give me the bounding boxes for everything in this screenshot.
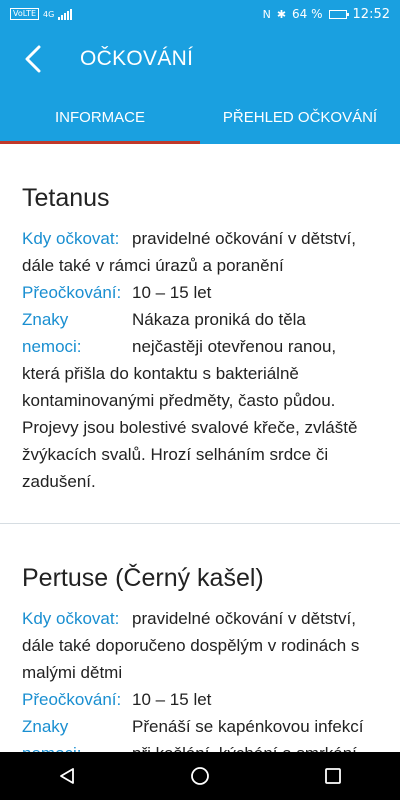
volte-badge: VoLTE xyxy=(10,8,40,20)
triangle-back-icon xyxy=(59,768,74,784)
when-label: Kdy očkovat: xyxy=(22,229,120,248)
circle-home-icon xyxy=(191,767,209,785)
disease-title: Pertuse (Černý kašel) xyxy=(22,564,264,592)
content-scroll[interactable]: Tetanus Kdy očkovat: pravidelné očkování… xyxy=(0,144,400,752)
clock: 12:52 xyxy=(352,6,390,22)
status-right: N ✱ 64 % 12:52 xyxy=(263,7,390,22)
screen: VoLTE 4G N ✱ 64 % 12:52 OČKOVÁNÍ INFORMA… xyxy=(0,0,400,800)
when-row: Kdy očkovat: pravidelné očkování v dětst… xyxy=(22,225,378,279)
revacc-row: Přeočkování: 10 – 15 let xyxy=(22,279,378,306)
system-nav-bar xyxy=(0,752,400,800)
status-left: VoLTE 4G xyxy=(10,8,73,20)
signs-row: Znaky nemoci: Nákaza proniká do těla nej… xyxy=(22,306,378,495)
tab-bar: INFORMACE PŘEHLED OČKOVÁNÍ xyxy=(0,90,400,144)
nav-recents-button[interactable] xyxy=(303,756,363,796)
signs-row: Znaky nemoci: Přenáší se kapénkovou infe… xyxy=(22,713,378,752)
when-row: Kdy očkovat: pravidelné očkování v dětst… xyxy=(22,605,378,686)
chevron-left-icon xyxy=(25,45,41,73)
square-recents-icon xyxy=(325,768,342,784)
revacc-value: 10 – 15 let xyxy=(132,690,212,709)
disease-title: Tetanus xyxy=(22,184,110,212)
revacc-row: Přeočkování: 10 – 15 let xyxy=(22,686,378,713)
nfc-icon: N xyxy=(262,7,271,21)
nav-back-button[interactable] xyxy=(37,756,97,796)
app-bar: OČKOVÁNÍ xyxy=(0,28,400,90)
signs-value: Přenáší se kapénkovou infekcí při kašlán… xyxy=(132,717,364,752)
signs-label: Znaky nemoci: xyxy=(22,717,82,752)
page-title: OČKOVÁNÍ xyxy=(80,47,194,70)
signal-icon xyxy=(58,8,73,20)
battery-icon xyxy=(328,9,349,19)
revacc-label: Přeočkování: xyxy=(22,690,122,709)
bluetooth-icon: ✱ xyxy=(276,7,287,21)
signs-label: Znaky nemoci: xyxy=(22,310,82,356)
disease-card-pertuse: Pertuse (Černý kašel) Kdy očkovat: pravi… xyxy=(0,523,400,752)
back-button[interactable] xyxy=(8,34,58,84)
nav-home-button[interactable] xyxy=(170,756,230,796)
status-bar: VoLTE 4G N ✱ 64 % 12:52 xyxy=(0,0,400,28)
tab-informace[interactable]: INFORMACE xyxy=(0,90,200,144)
network-type: 4G xyxy=(43,9,55,19)
when-label: Kdy očkovat: xyxy=(22,609,120,628)
tab-prehled-ockovani[interactable]: PŘEHLED OČKOVÁNÍ xyxy=(200,90,400,144)
revacc-value: 10 – 15 let xyxy=(132,283,212,302)
disease-card-tetanus: Tetanus Kdy očkovat: pravidelné očkování… xyxy=(0,144,400,523)
revacc-label: Přeočkování: xyxy=(22,283,122,302)
battery-percent: 64 % xyxy=(292,7,323,21)
